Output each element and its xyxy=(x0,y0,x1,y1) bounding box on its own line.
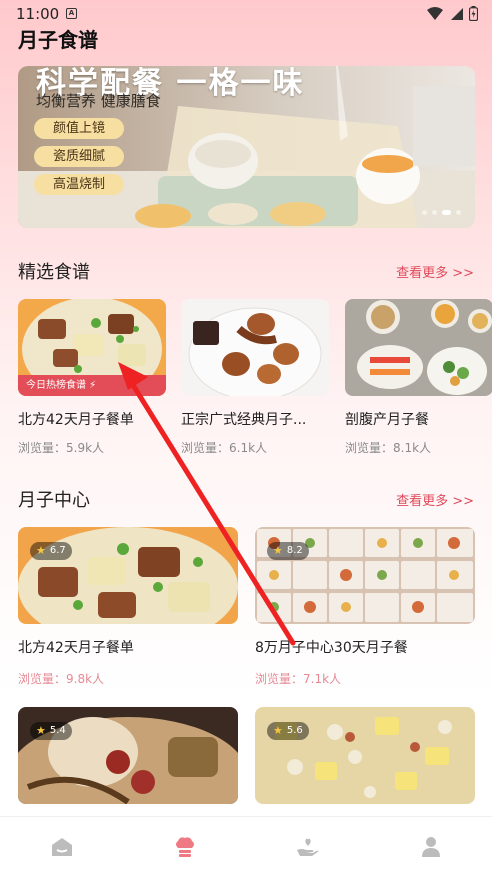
star-icon: ★ xyxy=(273,544,283,557)
notification-icon: A xyxy=(66,8,77,19)
chef-hat-icon xyxy=(175,836,194,857)
center-card[interactable]: ★ 6.7 北方42天月子餐单 浏览量：9.8k人 xyxy=(18,527,238,687)
center-card[interactable]: ★ 8.2 8万月子中心30天月子餐 浏览量：7.1k人 xyxy=(255,527,475,687)
carousel-dot[interactable] xyxy=(422,210,427,215)
nav-tab-care[interactable] xyxy=(246,817,369,876)
carousel-indicator[interactable] xyxy=(422,210,461,215)
rating-badge: ★ 6.7 xyxy=(30,542,72,560)
rating-badge: ★ 8.2 xyxy=(267,542,309,560)
rating-value: 5.6 xyxy=(286,725,303,736)
recipe-card[interactable]: 正宗广式经典月子... 浏览量：6.1k人 xyxy=(181,299,329,456)
center-image: ★ 5.6 xyxy=(255,707,475,804)
rating-value: 6.7 xyxy=(49,545,66,556)
center-card[interactable]: ★ 5.6 xyxy=(255,707,475,804)
star-icon: ★ xyxy=(36,544,46,557)
care-hand-icon xyxy=(296,838,319,856)
center-more-link[interactable]: 查看更多 >> xyxy=(396,490,474,509)
featured-section-title: 精选食谱 xyxy=(18,262,90,283)
carousel-dot[interactable] xyxy=(456,210,461,215)
rating-value: 5.4 xyxy=(49,725,66,736)
status-icons xyxy=(427,6,478,21)
banner-subtitle: 均衡营养 健康膳食 xyxy=(36,92,161,110)
banner-tag: 颜值上镜 xyxy=(34,118,124,139)
recipe-image xyxy=(345,299,492,396)
rating-badge: ★ 5.6 xyxy=(267,722,309,740)
center-views: 浏览量：9.8k人 xyxy=(18,672,105,686)
center-section-title: 月子中心 xyxy=(18,490,90,511)
wifi-icon xyxy=(427,6,443,20)
center-image: ★ 5.4 xyxy=(18,707,238,804)
recipe-views: 浏览量：6.1k人 xyxy=(181,441,268,455)
center-image: ★ 6.7 xyxy=(18,527,238,624)
star-icon: ★ xyxy=(273,724,283,737)
nav-tab-profile[interactable] xyxy=(369,817,492,876)
home-icon xyxy=(51,837,72,856)
hot-list-tag: 今日热榜食谱 ⚡ xyxy=(18,375,166,396)
banner-tag: 高温烧制 xyxy=(34,174,124,195)
center-image: ★ 8.2 xyxy=(255,527,475,624)
recipe-card[interactable]: 今日热榜食谱 ⚡ 北方42天月子餐单 浏览量：5.9k人 xyxy=(18,299,166,456)
recipe-image: 今日热榜食谱 ⚡ xyxy=(18,299,166,396)
cellular-signal-icon xyxy=(451,7,463,20)
rating-value: 8.2 xyxy=(286,545,303,556)
center-views: 浏览量：7.1k人 xyxy=(255,672,342,686)
carousel-dot-active[interactable] xyxy=(442,210,451,215)
banner-tags: 颜值上镜 瓷质细腻 高温烧制 xyxy=(34,118,124,195)
status-time: 11:00 xyxy=(16,5,60,23)
battery-icon xyxy=(469,6,478,21)
app-title: 月子食谱 xyxy=(18,28,98,52)
recipe-name: 北方42天月子餐单 xyxy=(18,412,134,428)
center-card[interactable]: ★ 5.4 xyxy=(18,707,238,804)
recipe-image xyxy=(181,299,329,396)
recipe-views: 浏览量：8.1k人 xyxy=(345,441,432,455)
center-name: 8万月子中心30天月子餐 xyxy=(255,640,408,656)
bottom-nav xyxy=(0,816,492,876)
recipe-name: 正宗广式经典月子... xyxy=(181,412,307,428)
center-name: 北方42天月子餐单 xyxy=(18,640,134,656)
nav-tab-home[interactable] xyxy=(0,817,123,876)
featured-more-link[interactable]: 查看更多 >> xyxy=(396,262,474,281)
rating-badge: ★ 5.4 xyxy=(30,722,72,740)
nav-tab-recipes[interactable] xyxy=(123,817,246,876)
carousel-dot[interactable] xyxy=(432,210,437,215)
star-icon: ★ xyxy=(36,724,46,737)
promo-banner[interactable]: 科学配餐 一格一味 均衡营养 健康膳食 颜值上镜 瓷质细腻 高温烧制 xyxy=(18,66,475,228)
recipe-name: 剖腹产月子餐 xyxy=(345,412,429,428)
recipe-views: 浏览量：5.9k人 xyxy=(18,441,105,455)
profile-icon xyxy=(421,836,440,857)
recipe-card[interactable]: 剖腹产月子餐 浏览量：8.1k人 xyxy=(345,299,492,456)
banner-tag: 瓷质细腻 xyxy=(34,146,124,167)
